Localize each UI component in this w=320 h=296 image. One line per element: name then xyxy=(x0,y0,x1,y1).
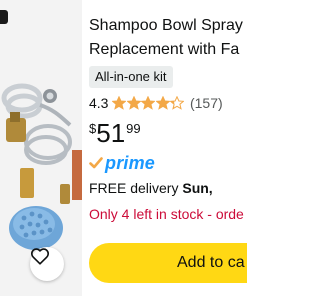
star-icon xyxy=(141,96,156,110)
delivery-info: FREE delivery Sun, xyxy=(89,180,213,196)
delivery-prefix: FREE delivery xyxy=(89,180,183,196)
product-details: Shampoo Bowl Spray Replacement with Fa A… xyxy=(89,0,247,296)
rating-row[interactable]: 4.3 (157) xyxy=(89,93,223,113)
price: $ 51 99 xyxy=(89,118,141,150)
prime-label: prime xyxy=(105,152,156,173)
rating-value: 4.3 xyxy=(89,95,109,111)
price-whole: 51 xyxy=(96,118,126,148)
star-icon xyxy=(112,96,127,110)
star-icon xyxy=(155,96,170,110)
star-rating[interactable] xyxy=(112,96,185,110)
heart-icon xyxy=(30,248,50,265)
product-title-line-1[interactable]: Shampoo Bowl Spray xyxy=(89,14,247,38)
product-title[interactable]: Shampoo Bowl Spray Replacement with Fa xyxy=(89,14,247,62)
stock-warning: Only 4 left in stock - orde xyxy=(89,206,244,222)
wishlist-button[interactable] xyxy=(30,247,64,281)
price-currency-symbol: $ xyxy=(89,121,97,136)
product-card[interactable]: Shampoo Bowl Spray Replacement with Fa A… xyxy=(0,0,247,296)
checkmark-icon xyxy=(89,157,103,169)
star-icon xyxy=(170,96,185,110)
price-fraction: 99 xyxy=(126,121,141,136)
product-title-line-2[interactable]: Replacement with Fa xyxy=(89,38,247,62)
delivery-day: Sun, xyxy=(182,180,213,196)
prime-badge: prime xyxy=(89,152,155,174)
product-image[interactable] xyxy=(0,0,82,296)
star-icon xyxy=(126,96,141,110)
review-count[interactable]: (157) xyxy=(190,95,223,111)
kit-badge: All-in-one kit xyxy=(89,66,173,88)
add-to-cart-button[interactable]: Add to ca xyxy=(89,243,247,283)
